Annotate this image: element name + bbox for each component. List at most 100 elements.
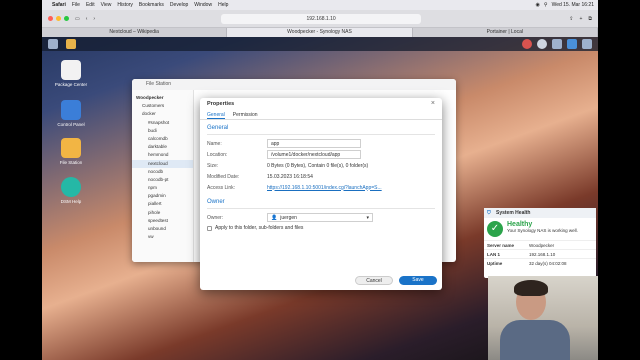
menu-window[interactable]: Window bbox=[194, 2, 212, 8]
menu-edit[interactable]: Edit bbox=[86, 2, 95, 8]
health-row: Server name Woodpecker bbox=[484, 240, 596, 249]
location-row: Location: /volume1/docker/nextcloud/app bbox=[200, 149, 442, 160]
menu-app-name[interactable]: Safari bbox=[52, 2, 66, 8]
size-value: 0 Bytes (0 Bytes), Contain 0 file(s), 0 … bbox=[267, 162, 369, 169]
folder-tree: Woodpecker Customers docker #snapshot bu… bbox=[132, 90, 194, 262]
main-menu-icon[interactable] bbox=[48, 39, 58, 49]
location-field[interactable]: /volume1/docker/nextcloud/app bbox=[267, 150, 361, 159]
tree-item[interactable]: Customers bbox=[132, 102, 193, 110]
health-row: LAN 1 192.168.1.10 bbox=[484, 249, 596, 258]
widgets-icon[interactable] bbox=[567, 39, 577, 49]
tree-root[interactable]: Woodpecker bbox=[132, 94, 193, 102]
cancel-button[interactable]: Cancel bbox=[355, 276, 393, 285]
tree-item[interactable]: nocodb bbox=[132, 168, 193, 176]
apply-recursive-label: Apply to this folder, sub-folders and fi… bbox=[215, 225, 304, 231]
minimize-window-icon[interactable] bbox=[56, 16, 61, 21]
zoom-window-icon[interactable] bbox=[64, 16, 69, 21]
address-bar[interactable]: 192.168.1.10 bbox=[221, 13, 422, 24]
tree-item[interactable]: pihole bbox=[132, 209, 193, 217]
tree-item[interactable]: npm bbox=[132, 184, 193, 192]
file-station-taskbar-icon[interactable] bbox=[66, 39, 76, 49]
forward-icon[interactable]: › bbox=[93, 16, 95, 22]
access-link[interactable]: https://192.168.1.10:5001/index.cgi?laun… bbox=[267, 185, 382, 191]
menu-bookmarks[interactable]: Bookmarks bbox=[139, 2, 164, 8]
tab-overview-icon[interactable]: ⧉ bbox=[588, 16, 592, 22]
tree-item[interactable]: pgadmin bbox=[132, 192, 193, 200]
tab-synology[interactable]: Woodpecker - Synology NAS bbox=[227, 28, 413, 37]
tab-wikipedia[interactable]: Nextcloud – Wikipedia bbox=[42, 28, 228, 37]
search-icon[interactable]: ⚲ bbox=[544, 2, 548, 8]
menu-help[interactable]: Help bbox=[218, 2, 228, 8]
tree-item[interactable]: #snapshot bbox=[132, 119, 193, 127]
checkmark-icon: ✓ bbox=[487, 221, 503, 237]
close-window-icon[interactable] bbox=[48, 16, 53, 21]
name-label: Name: bbox=[207, 140, 222, 147]
back-icon[interactable]: ‹ bbox=[86, 16, 88, 22]
health-row-key: LAN 1 bbox=[487, 252, 501, 257]
health-row: Uptime 32 day(s) 04:02:08 bbox=[484, 258, 596, 267]
shield-icon: ⛉ bbox=[487, 210, 491, 216]
clock[interactable]: Wed 15. Mar 16:21 bbox=[552, 2, 594, 8]
tree-item[interactable]: darktable bbox=[132, 143, 193, 151]
search-icon[interactable] bbox=[552, 39, 562, 49]
dsm-taskbar bbox=[42, 37, 598, 51]
share-icon[interactable]: ⇪ bbox=[569, 16, 573, 22]
wifi-icon[interactable]: ◉ bbox=[536, 2, 540, 8]
file-station-shortcut[interactable]: File Station bbox=[49, 138, 93, 165]
menu-bar: Safari File Edit View History Bookmarks … bbox=[42, 0, 598, 10]
owner-select[interactable]: 👤 juergen ▾ bbox=[267, 213, 373, 222]
tree-item[interactable]: nocodb-pt bbox=[132, 176, 193, 184]
presenter-hair bbox=[514, 280, 548, 296]
health-row-value: 32 day(s) 04:02:08 bbox=[529, 261, 567, 266]
layout-icon[interactable] bbox=[582, 39, 592, 49]
webcam-overlay bbox=[488, 276, 598, 360]
desktop-icon-label: Package Center bbox=[54, 82, 88, 87]
tree-item[interactable]: budi bbox=[132, 127, 193, 135]
tree-item[interactable]: unbound bbox=[132, 225, 193, 233]
tree-item[interactable]: calcomdb bbox=[132, 135, 193, 143]
owner-value: juergen bbox=[280, 214, 297, 221]
menu-file[interactable]: File bbox=[72, 2, 80, 8]
tab-general[interactable]: General bbox=[207, 111, 225, 119]
system-health-title: System Health bbox=[496, 210, 531, 216]
access-link-row: Access Link: https://192.168.1.10:5001/i… bbox=[200, 182, 442, 193]
name-field[interactable]: app bbox=[267, 139, 361, 148]
save-button[interactable]: Save bbox=[399, 276, 437, 285]
menu-view[interactable]: View bbox=[101, 2, 112, 8]
close-icon[interactable]: × bbox=[431, 100, 435, 107]
apply-recursive-checkbox[interactable] bbox=[207, 225, 212, 231]
new-tab-icon[interactable]: + bbox=[580, 16, 583, 22]
tree-item[interactable]: piallert bbox=[132, 200, 193, 208]
control-panel-shortcut[interactable]: Control Panel bbox=[49, 100, 93, 127]
dsm-help-shortcut[interactable]: DSM Help bbox=[49, 177, 93, 204]
system-health-header: ⛉ System Health bbox=[484, 208, 596, 218]
menu-develop[interactable]: Develop bbox=[170, 2, 188, 8]
tab-portainer[interactable]: Portainer | Local bbox=[413, 28, 598, 37]
tab-bar: Nextcloud – Wikipedia Woodpecker - Synol… bbox=[42, 28, 598, 37]
tab-permission[interactable]: Permission bbox=[233, 111, 258, 119]
user-icon[interactable] bbox=[537, 39, 547, 49]
modified-value: 15.03.2023 16:18:54 bbox=[267, 173, 313, 180]
dialog-tabs: General Permission bbox=[200, 111, 442, 120]
health-message: Your Synology NAS is working well. bbox=[507, 228, 578, 233]
dialog-footer: Cancel Save bbox=[355, 276, 437, 285]
modified-label: Modified Date: bbox=[207, 173, 240, 180]
health-row-key: Uptime bbox=[487, 261, 503, 266]
sidebar-toggle-icon[interactable]: ▭ bbox=[75, 16, 80, 22]
size-row: Size: 0 Bytes (0 Bytes), Contain 0 file(… bbox=[200, 160, 442, 171]
tree-item-selected[interactable]: nextcloud bbox=[132, 159, 193, 168]
tree-item[interactable]: hemmond bbox=[132, 151, 193, 159]
health-status-text: Healthy bbox=[507, 221, 533, 228]
divider bbox=[207, 134, 435, 135]
menu-history[interactable]: History bbox=[117, 2, 133, 8]
presenter-body bbox=[500, 320, 570, 360]
size-label: Size: bbox=[207, 162, 219, 169]
tree-item[interactable]: docker bbox=[132, 110, 193, 118]
notifications-icon[interactable] bbox=[522, 39, 532, 49]
help-icon bbox=[61, 177, 81, 197]
desktop-icon-label: Control Panel bbox=[57, 122, 85, 127]
desktop-icon-label: DSM Help bbox=[60, 199, 82, 204]
tree-item[interactable]: vw bbox=[132, 233, 193, 241]
tree-item[interactable]: speedtest bbox=[132, 217, 193, 225]
package-center-shortcut[interactable]: Package Center bbox=[49, 60, 93, 87]
